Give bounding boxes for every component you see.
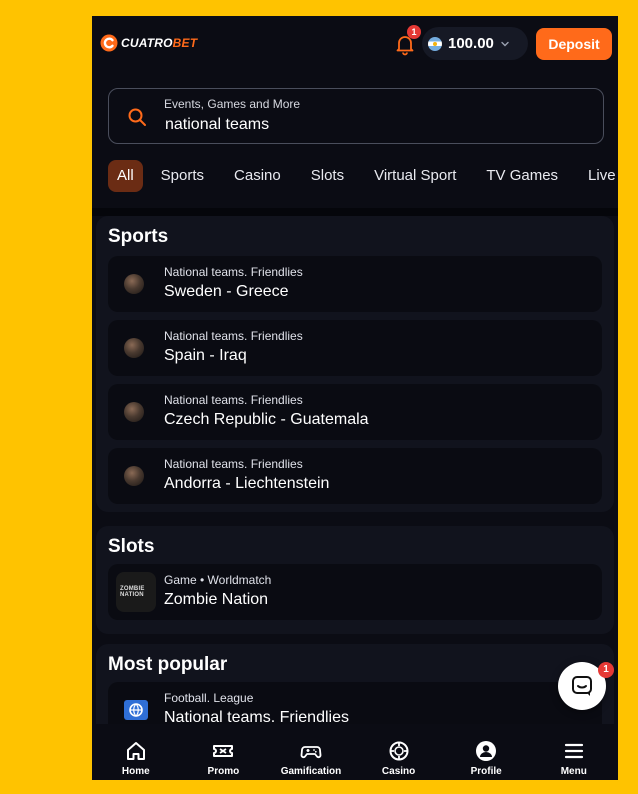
section-title: Sports bbox=[108, 226, 169, 247]
game-name: Zombie Nation bbox=[164, 591, 269, 608]
section-title: Slots bbox=[108, 536, 155, 557]
game-thumbnail: ZOMBIE NATION bbox=[116, 572, 156, 612]
list-item[interactable]: ZOMBIE NATION Game • Worldmatch Zombie N… bbox=[108, 564, 602, 620]
tab-all[interactable]: All bbox=[108, 160, 143, 192]
slots-section: Slots ZOMBIE NATION Game • Worldmatch Zo… bbox=[96, 526, 614, 634]
game-meta: Game • Worldmatch bbox=[164, 573, 272, 587]
tab-sports[interactable]: Sports bbox=[153, 160, 212, 192]
logo-text-accent: BET bbox=[172, 36, 198, 50]
chat-icon bbox=[572, 676, 592, 696]
menu-icon bbox=[564, 743, 583, 759]
tab-tv-games[interactable]: TV Games bbox=[478, 160, 566, 192]
top-header: CUATRO BET 1 100.00 Deposit bbox=[92, 16, 618, 72]
nav-label: Casino bbox=[381, 766, 416, 777]
divider bbox=[92, 208, 618, 216]
balance-selector[interactable]: 100.00 bbox=[422, 27, 528, 60]
football-icon bbox=[124, 274, 144, 294]
chip-icon bbox=[389, 741, 409, 761]
league-name: National teams. Friendlies bbox=[164, 329, 303, 343]
bottom-navigation: Home Promo Gamification Casino Profile M… bbox=[92, 724, 618, 780]
app-screen: CUATRO BET 1 100.00 Deposit Events, Games… bbox=[92, 16, 618, 780]
tab-casino[interactable]: Casino bbox=[226, 160, 289, 192]
tab-slots[interactable]: Slots bbox=[303, 160, 352, 192]
logo-icon bbox=[100, 34, 118, 52]
search-icon bbox=[128, 108, 146, 126]
nav-menu[interactable]: Menu bbox=[530, 724, 618, 780]
search-label: Events, Games and More bbox=[164, 97, 301, 111]
football-icon bbox=[124, 466, 144, 486]
list-item[interactable]: National teams. Friendlies Sweden - Gree… bbox=[108, 256, 602, 312]
match-name: Czech Republic - Guatemala bbox=[164, 411, 369, 428]
league-name: National teams. Friendlies bbox=[164, 265, 303, 279]
nav-label: Home bbox=[121, 766, 150, 777]
user-icon bbox=[476, 741, 497, 761]
tab-live[interactable]: Live bbox=[580, 160, 618, 192]
nav-label: Menu bbox=[560, 766, 587, 777]
brand-logo[interactable]: CUATRO BET bbox=[100, 32, 197, 54]
nav-label: Promo bbox=[207, 766, 240, 777]
home-icon bbox=[126, 742, 145, 760]
nav-label: Gamification bbox=[280, 766, 342, 777]
category-tabs: All Sports Casino Slots Virtual Sport TV… bbox=[108, 160, 618, 192]
nav-profile[interactable]: Profile bbox=[442, 724, 530, 780]
chevron-down-icon bbox=[501, 41, 509, 46]
search-field[interactable]: Events, Games and More national teams bbox=[108, 88, 604, 144]
nav-label: Profile bbox=[470, 766, 502, 777]
argentina-flag-icon bbox=[428, 36, 442, 51]
nav-gamification[interactable]: Gamification bbox=[267, 724, 355, 780]
search-input[interactable]: national teams bbox=[165, 116, 269, 134]
list-item[interactable]: National teams. Friendlies Czech Republi… bbox=[108, 384, 602, 440]
nav-casino[interactable]: Casino bbox=[355, 724, 443, 780]
league-name: National teams. Friendlies bbox=[164, 393, 303, 407]
globe-icon bbox=[124, 700, 148, 720]
league-name: National teams. Friendlies bbox=[164, 457, 303, 471]
thumbnail-text: ZOMBIE NATION bbox=[120, 586, 145, 598]
gamepad-icon bbox=[300, 746, 322, 759]
match-name: Sweden - Greece bbox=[164, 283, 289, 300]
football-icon bbox=[124, 402, 144, 422]
globe-glyph bbox=[129, 703, 143, 717]
logo-text-primary: CUATRO bbox=[121, 36, 173, 50]
football-icon bbox=[124, 338, 144, 358]
sports-section: Sports National teams. Friendlies Sweden… bbox=[96, 216, 614, 512]
deposit-button[interactable]: Deposit bbox=[536, 28, 612, 60]
league-meta: Football. League bbox=[164, 691, 254, 705]
nav-promo[interactable]: Promo bbox=[180, 724, 268, 780]
ticket-icon bbox=[213, 745, 234, 757]
section-title: Most popular bbox=[108, 654, 228, 675]
notification-badge: 1 bbox=[407, 25, 421, 39]
list-item[interactable]: National teams. Friendlies Andorra - Lie… bbox=[108, 448, 602, 504]
match-name: Spain - Iraq bbox=[164, 347, 247, 364]
match-name: Andorra - Liechtenstein bbox=[164, 475, 330, 492]
tab-virtual-sport[interactable]: Virtual Sport bbox=[366, 160, 464, 192]
chat-badge: 1 bbox=[598, 662, 614, 678]
list-item[interactable]: National teams. Friendlies Spain - Iraq bbox=[108, 320, 602, 376]
balance-amount: 100.00 bbox=[448, 35, 494, 52]
nav-home[interactable]: Home bbox=[92, 724, 180, 780]
